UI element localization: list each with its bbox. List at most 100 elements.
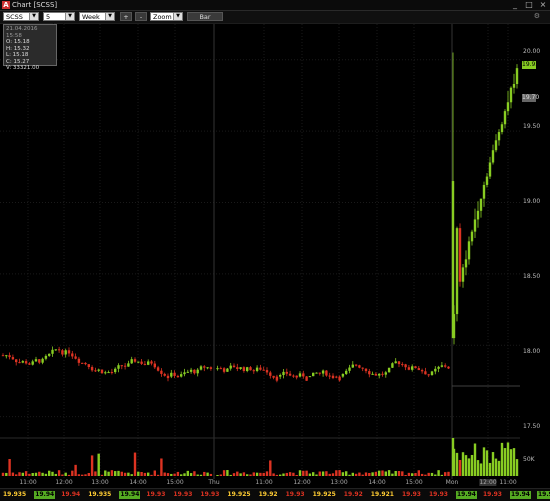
candle — [458, 228, 462, 282]
ohlc-info-box: 21.04.2016 15:58 O: 15.18 H: 15.32 L: 15… — [3, 24, 57, 71]
volume-bar — [104, 470, 107, 476]
volume-bar — [189, 473, 193, 476]
chevron-down-icon[interactable]: ▼ — [105, 13, 114, 20]
candle — [110, 372, 114, 374]
time-label: 11:00 — [19, 479, 37, 486]
candle — [133, 359, 137, 362]
candle — [506, 102, 510, 112]
volume-bar — [488, 462, 492, 476]
volume-bar — [506, 442, 510, 476]
chevron-down-icon[interactable]: ▼ — [65, 13, 74, 20]
chevron-down-icon[interactable]: ▼ — [29, 13, 38, 20]
candle — [479, 198, 483, 211]
chart-toolbar: SCSS ▼ 5 minutes ▼ Week ▼ + - Zoom ▼ Bar… — [0, 11, 550, 30]
volume-bar — [447, 471, 450, 476]
candle — [246, 367, 249, 371]
price-chart[interactable] — [0, 24, 520, 479]
ticker-item: 19.94 — [537, 491, 550, 499]
volume-bar — [71, 470, 74, 476]
candle — [123, 365, 127, 367]
zoom-in-button[interactable]: + — [120, 12, 132, 21]
candle — [485, 176, 489, 185]
volume-bar — [193, 471, 196, 476]
volume-bar — [331, 473, 335, 476]
volume-bar — [321, 471, 325, 476]
minimize-icon[interactable]: _ — [511, 1, 519, 9]
candle — [509, 87, 513, 103]
candle — [150, 361, 153, 364]
symbol-input[interactable]: SCSS ▼ — [3, 12, 39, 21]
volume-bar — [239, 473, 242, 476]
volume-bar — [467, 458, 471, 476]
candle — [156, 367, 160, 371]
interval-select[interactable]: 5 minutes ▼ — [43, 12, 75, 30]
candle — [130, 359, 133, 364]
candle — [512, 84, 516, 88]
volume-bar — [308, 473, 312, 476]
volume-bar — [166, 473, 170, 476]
volume-bar — [378, 470, 381, 476]
candles-group — [1, 52, 519, 383]
bar-type-button[interactable]: Bar — [187, 12, 223, 21]
candle — [262, 369, 265, 371]
candle — [67, 350, 71, 354]
candle — [467, 241, 471, 260]
candle — [140, 361, 143, 364]
chart-gridlines — [0, 24, 520, 479]
candle — [404, 364, 407, 368]
candle — [216, 368, 219, 370]
candle — [259, 367, 262, 370]
candle — [104, 372, 107, 374]
volume-bar — [288, 472, 292, 476]
candle — [378, 373, 381, 376]
volume-bar — [84, 474, 87, 476]
settings-icon[interactable]: ⚙ — [534, 12, 540, 20]
zoom-value: Zoom — [153, 13, 172, 21]
volume-bar — [341, 472, 345, 476]
volume-bar — [427, 472, 430, 476]
zoom-select[interactable]: Zoom ▼ — [150, 12, 183, 21]
candle — [488, 162, 492, 177]
window-titlebar: A Chart [SCSS] _ □ × — [0, 0, 550, 11]
candle — [305, 376, 308, 381]
price-axis: 20.00 19.50 19.00 18.50 18.00 17.50 19.9… — [520, 24, 550, 494]
volume-bar — [94, 471, 97, 476]
volume-bar — [150, 474, 153, 476]
volume-bar — [173, 473, 176, 476]
candle — [203, 366, 206, 368]
chevron-down-icon[interactable]: ▼ — [173, 13, 182, 20]
ticker-item: 19.94 — [61, 491, 81, 498]
volume-bar — [279, 474, 282, 476]
candle — [503, 111, 507, 125]
volume-bar — [216, 474, 219, 476]
period-select[interactable]: Week ▼ — [79, 12, 115, 21]
candle — [147, 361, 150, 365]
candle — [219, 368, 222, 370]
volume-bar — [5, 472, 8, 476]
zoom-out-button[interactable]: - — [135, 12, 147, 21]
ticker-item: 19.92 — [343, 491, 363, 498]
close-icon[interactable]: × — [539, 1, 547, 9]
ticker-item: 19.93 — [483, 491, 502, 498]
ticker-item: 19.93 — [429, 491, 448, 498]
maximize-icon[interactable]: □ — [525, 1, 533, 9]
candle — [338, 376, 341, 381]
volume-bar — [8, 459, 11, 476]
volume-bar — [252, 472, 255, 476]
volume-bar — [351, 472, 354, 476]
candle — [288, 373, 292, 376]
volume-bar — [183, 473, 186, 476]
volume-bar — [176, 471, 180, 476]
candle — [482, 184, 486, 199]
candle — [8, 355, 11, 358]
volume-bar — [335, 470, 338, 476]
ticker-item: 19.935 — [3, 491, 27, 498]
candle — [51, 349, 54, 354]
app-logo-icon: A — [2, 1, 10, 9]
volume-bar — [282, 473, 285, 476]
volume-bar — [312, 472, 315, 476]
volume-bar — [28, 473, 31, 476]
candle — [414, 366, 417, 369]
volume-bar — [18, 472, 21, 476]
price-label: 17.50 — [523, 423, 541, 430]
